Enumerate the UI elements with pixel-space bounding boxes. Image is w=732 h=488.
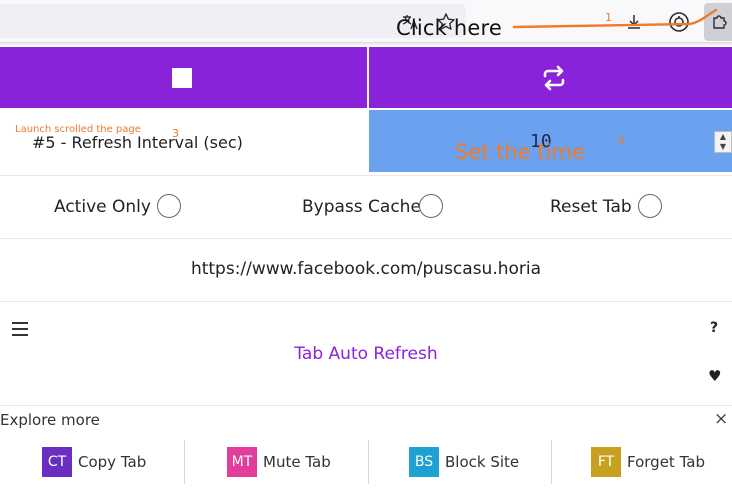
divider bbox=[0, 175, 732, 176]
separator bbox=[551, 440, 552, 484]
option-reset-tab-label: Reset Tab bbox=[550, 197, 632, 217]
block-site-label: Block Site bbox=[445, 453, 520, 471]
annotation-set-time: Set the time bbox=[455, 140, 585, 164]
stop-square-icon bbox=[172, 68, 192, 88]
explore-item-forget-tab[interactable]: FT Forget Tab bbox=[591, 447, 705, 477]
divider bbox=[0, 238, 732, 239]
heart-icon[interactable]: ♥ bbox=[708, 367, 721, 385]
option-bypass-cache-label: Bypass Cache bbox=[302, 197, 421, 217]
explore-item-block-site[interactable]: BS Block Site bbox=[409, 447, 519, 477]
option-active-only-label: Active Only bbox=[54, 197, 151, 217]
refresh-interval-label: #5 - Refresh Interval (sec) bbox=[32, 133, 243, 152]
block-site-badge: BS bbox=[409, 447, 439, 477]
annotation-click-here: Click here bbox=[396, 16, 503, 40]
forget-tab-label: Forget Tab bbox=[627, 453, 705, 471]
hamburger-menu-icon[interactable] bbox=[12, 322, 28, 336]
separator bbox=[368, 440, 369, 484]
close-icon[interactable]: × bbox=[714, 409, 728, 429]
interval-spinner[interactable]: ▲ ▼ bbox=[714, 131, 732, 153]
spinner-down-icon[interactable]: ▼ bbox=[715, 142, 731, 152]
spinner-up-icon[interactable]: ▲ bbox=[715, 132, 731, 142]
tab-url: https://www.facebook.com/puscasu.horia bbox=[190, 259, 542, 279]
divider bbox=[0, 405, 732, 406]
forget-tab-badge: FT bbox=[591, 447, 621, 477]
annotation-step-2: 2 bbox=[618, 134, 625, 147]
option-reset-tab-radio[interactable] bbox=[638, 194, 662, 218]
repeat-icon bbox=[543, 65, 565, 91]
mute-tab-badge: MT bbox=[227, 447, 257, 477]
mute-tab-label: Mute Tab bbox=[263, 453, 331, 471]
explore-item-copy-tab[interactable]: CT Copy Tab bbox=[42, 447, 146, 477]
help-icon[interactable]: ? bbox=[710, 320, 718, 336]
explore-item-mute-tab[interactable]: MT Mute Tab bbox=[227, 447, 331, 477]
option-active-only-radio[interactable] bbox=[157, 194, 181, 218]
annotation-step-1: 1 bbox=[605, 11, 612, 24]
copy-tab-badge: CT bbox=[42, 447, 72, 477]
explore-more-title: Explore more bbox=[0, 411, 100, 429]
app-title[interactable]: Tab Auto Refresh bbox=[0, 344, 732, 364]
separator bbox=[184, 440, 185, 484]
option-bypass-cache-radio[interactable] bbox=[419, 194, 443, 218]
divider bbox=[0, 301, 732, 302]
copy-tab-label: Copy Tab bbox=[78, 453, 147, 471]
